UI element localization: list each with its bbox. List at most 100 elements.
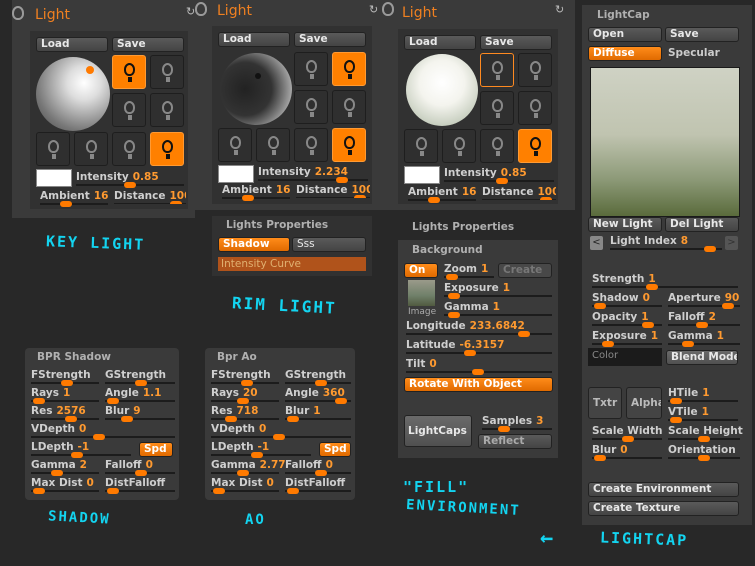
lightcaps-button[interactable]: LightCaps	[404, 415, 472, 447]
light-preview-sphere[interactable]	[406, 54, 478, 126]
light-position-dot[interactable]	[255, 73, 261, 79]
angle-slider[interactable]: Angle 1.1	[105, 387, 175, 404]
blur-slider[interactable]: Blur 9	[105, 405, 175, 422]
dist-falloff-slider[interactable]: DistFalloff	[105, 477, 175, 494]
shadow-button[interactable]: Shadow	[218, 237, 290, 252]
angle-slider[interactable]: Angle 360	[285, 387, 351, 404]
next-light-icon[interactable]: >	[725, 236, 738, 250]
blend-mode-button[interactable]: Blend Mode	[666, 350, 738, 365]
reset-icon[interactable]: ↻	[369, 3, 378, 16]
falloff-slider[interactable]: Falloff 0	[105, 459, 175, 476]
dist-falloff-slider[interactable]: DistFalloff	[285, 477, 351, 494]
light-color-swatch[interactable]	[218, 165, 254, 183]
light-slot-4[interactable]	[332, 90, 366, 124]
load-button[interactable]: Load	[36, 37, 108, 52]
lightcap-preview[interactable]	[590, 67, 740, 217]
light-slot-1[interactable]	[112, 55, 146, 89]
ldepth-slider[interactable]: LDepth -1	[31, 441, 131, 458]
bulb-icon[interactable]	[382, 2, 394, 16]
light-slot-3[interactable]	[480, 91, 514, 125]
scale-width-slider[interactable]: Scale Width	[592, 425, 662, 442]
intensity-curve-button[interactable]: Intensity Curve	[218, 257, 366, 271]
create-button[interactable]: Create	[498, 263, 552, 278]
prev-light-icon[interactable]: <	[590, 236, 603, 250]
bulb-icon[interactable]	[12, 6, 24, 20]
diffuse-tab[interactable]: Diffuse	[588, 46, 662, 61]
light-slot-2[interactable]	[332, 52, 366, 86]
gamma-slider[interactable]: Gamma 1	[668, 330, 740, 347]
gamma-slider[interactable]: Gamma 2	[31, 459, 99, 476]
falloff-slider[interactable]: Falloff 2	[668, 311, 740, 328]
ldepth-slider[interactable]: LDepth -1	[211, 441, 311, 458]
rays-slider[interactable]: Rays 20	[211, 387, 279, 404]
max-dist-slider[interactable]: Max Dist 0	[31, 477, 99, 494]
light-preview-sphere[interactable]	[36, 57, 110, 131]
gstrength-slider[interactable]: GStrength	[105, 369, 175, 386]
distance-slider[interactable]: Distance100	[114, 190, 186, 204]
zoom-slider[interactable]: Zoom 1	[444, 263, 494, 280]
bpr-ao-title[interactable]: Bpr Ao	[217, 351, 257, 363]
spd-button[interactable]: Spd	[319, 442, 351, 457]
light-slot-1[interactable]	[294, 52, 328, 86]
intensity-slider[interactable]: Intensity 2.234	[258, 166, 368, 183]
distance-slider[interactable]: Distance100	[296, 184, 370, 198]
open-button[interactable]: Open	[588, 27, 662, 42]
ambient-slider[interactable]: Ambient 16	[40, 190, 108, 207]
exposure-slider[interactable]: Exposure 1	[444, 282, 552, 299]
rotate-with-object-button[interactable]: Rotate With Object	[404, 377, 553, 392]
light-slot-5[interactable]	[36, 132, 70, 166]
lights-properties-title[interactable]: Lights Properties	[226, 219, 328, 231]
falloff-slider[interactable]: Falloff 0	[285, 459, 351, 476]
alpha-button[interactable]: Alpha	[626, 387, 662, 419]
tilt-slider[interactable]: Tilt 0	[406, 358, 552, 375]
light-slot-1[interactable]	[480, 53, 514, 87]
load-button[interactable]: Load	[218, 32, 290, 47]
del-light-button[interactable]: Del Light	[665, 217, 739, 232]
intensity-slider[interactable]: Intensity 0.85	[76, 171, 184, 188]
save-button[interactable]: Save	[294, 32, 366, 47]
light-slot-4[interactable]	[518, 91, 552, 125]
light-slot-7[interactable]	[480, 129, 514, 163]
vdepth-slider[interactable]: VDepth 0	[211, 423, 351, 440]
reflect-button[interactable]: Reflect	[478, 434, 552, 449]
light-slot-4[interactable]	[150, 93, 184, 127]
fstrength-slider[interactable]: FStrength	[211, 369, 279, 386]
bpr-shadow-title[interactable]: BPR Shadow	[37, 351, 111, 363]
strength-slider[interactable]: Strength 1	[592, 273, 738, 290]
on-button[interactable]: On	[404, 263, 438, 278]
reset-icon[interactable]: ↻	[555, 3, 564, 16]
load-button[interactable]: Load	[404, 35, 476, 50]
opacity-slider[interactable]: Opacity 1	[592, 311, 662, 328]
light-slot-3[interactable]	[294, 90, 328, 124]
specular-tab[interactable]: Specular	[668, 47, 720, 59]
save-button[interactable]: Save	[112, 37, 184, 52]
light-slot-2[interactable]	[150, 55, 184, 89]
lights-properties-title[interactable]: Lights Properties	[412, 221, 514, 233]
background-title[interactable]: Background	[412, 244, 483, 256]
light-slot-8[interactable]	[518, 129, 552, 163]
light-slot-6[interactable]	[442, 129, 476, 163]
light-slot-7[interactable]	[294, 128, 328, 162]
orientation-slider[interactable]: Orientation	[668, 444, 740, 461]
light-slot-8[interactable]	[150, 132, 184, 166]
light-slot-5[interactable]	[218, 128, 252, 162]
res-slider[interactable]: Res 2576	[31, 405, 99, 422]
ambient-slider[interactable]: Ambient 16	[408, 186, 476, 203]
sss-button[interactable]: Sss	[292, 237, 366, 252]
light-slot-2[interactable]	[518, 53, 552, 87]
light-index-slider[interactable]: Light Index 8	[610, 235, 722, 252]
vtile-slider[interactable]: VTile 1	[668, 406, 738, 423]
lightcap-title[interactable]: LightCap	[597, 9, 650, 21]
create-texture-button[interactable]: Create Texture	[588, 501, 739, 516]
background-image-thumbnail[interactable]	[408, 280, 435, 306]
blur-slider[interactable]: Blur 1	[285, 405, 351, 422]
shadow-slider[interactable]: Shadow 0	[592, 292, 662, 309]
rays-slider[interactable]: Rays 1	[31, 387, 99, 404]
blur-slider[interactable]: Blur 0	[592, 444, 662, 461]
latitude-slider[interactable]: Latitude -6.3157	[406, 339, 552, 356]
reset-icon[interactable]: ↻	[186, 5, 195, 18]
texture-button[interactable]: Txtr	[588, 387, 622, 419]
ambient-slider[interactable]: Ambient 16	[222, 184, 290, 201]
bulb-icon[interactable]	[195, 2, 207, 16]
fstrength-slider[interactable]: FStrength	[31, 369, 99, 386]
